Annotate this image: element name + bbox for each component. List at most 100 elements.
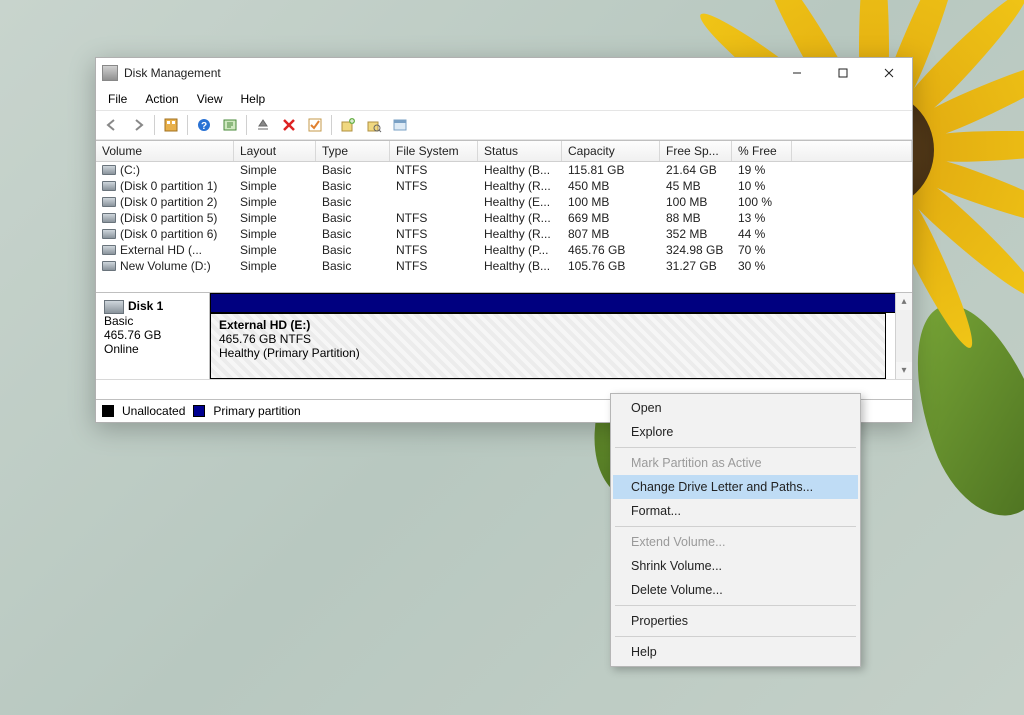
volume-cell: Healthy (B...: [478, 258, 562, 274]
volume-cell: [792, 258, 912, 274]
back-button[interactable]: [100, 114, 124, 136]
volume-cell: (C:): [96, 162, 234, 178]
partition-title: External HD (E:): [219, 318, 310, 332]
volume-icon: [102, 181, 116, 191]
col-volume[interactable]: Volume: [96, 141, 234, 161]
volume-cell: 31.27 GB: [660, 258, 732, 274]
check-icon[interactable]: [303, 114, 327, 136]
context-menu-item[interactable]: Open: [613, 396, 858, 420]
volume-cell: 807 MB: [562, 226, 660, 242]
context-menu-separator: [615, 636, 856, 637]
svg-text:?: ?: [201, 121, 207, 132]
toolbar: ?: [96, 110, 912, 140]
volume-cell: NTFS: [390, 178, 478, 194]
volume-cell: Healthy (R...: [478, 226, 562, 242]
scroll-down-icon[interactable]: ▾: [896, 362, 912, 379]
volume-list: Volume Layout Type File System Status Ca…: [96, 140, 912, 274]
legend-unallocated: Unallocated: [122, 404, 185, 418]
minimize-button[interactable]: [774, 58, 820, 88]
volume-cell: 19 %: [732, 162, 792, 178]
volume-cell: 105.76 GB: [562, 258, 660, 274]
volume-cell: Simple: [234, 258, 316, 274]
swatch-primary: [193, 405, 205, 417]
context-menu-item: Mark Partition as Active: [613, 451, 858, 475]
volume-row[interactable]: New Volume (D:)SimpleBasicNTFSHealthy (B…: [96, 258, 912, 274]
volume-cell: [792, 162, 912, 178]
volume-row[interactable]: (Disk 0 partition 6)SimpleBasicNTFSHealt…: [96, 226, 912, 242]
menu-help[interactable]: Help: [233, 90, 274, 108]
volume-cell: Basic: [316, 194, 390, 210]
context-menu-item[interactable]: Change Drive Letter and Paths...: [613, 475, 858, 499]
eject-icon[interactable]: [251, 114, 275, 136]
window-title: Disk Management: [124, 66, 774, 80]
forward-button[interactable]: [126, 114, 150, 136]
volume-cell: [792, 194, 912, 210]
volume-icon: [102, 165, 116, 175]
vertical-scrollbar[interactable]: ▴ ▾: [895, 293, 912, 379]
volume-cell: Healthy (R...: [478, 210, 562, 226]
col-capacity[interactable]: Capacity: [562, 141, 660, 161]
volume-row[interactable]: (C:)SimpleBasicNTFSHealthy (B...115.81 G…: [96, 162, 912, 178]
menu-action[interactable]: Action: [137, 90, 186, 108]
volume-cell: 100 MB: [660, 194, 732, 210]
context-menu-item[interactable]: Properties: [613, 609, 858, 633]
settings-icon[interactable]: [159, 114, 183, 136]
volume-row[interactable]: External HD (...SimpleBasicNTFSHealthy (…: [96, 242, 912, 258]
volume-cell: NTFS: [390, 210, 478, 226]
col-pctfree[interactable]: % Free: [732, 141, 792, 161]
volume-cell: 669 MB: [562, 210, 660, 226]
new-icon[interactable]: [336, 114, 360, 136]
volume-cell: 115.81 GB: [562, 162, 660, 178]
context-menu-separator: [615, 526, 856, 527]
context-menu-item[interactable]: Shrink Volume...: [613, 554, 858, 578]
volume-cell: Simple: [234, 210, 316, 226]
swatch-unallocated: [102, 405, 114, 417]
scroll-up-icon[interactable]: ▴: [896, 293, 912, 310]
disk-management-window: Disk Management File Action View Help ?: [95, 57, 913, 423]
titlebar[interactable]: Disk Management: [96, 58, 912, 88]
menu-view[interactable]: View: [189, 90, 231, 108]
col-type[interactable]: Type: [316, 141, 390, 161]
volume-cell: 21.64 GB: [660, 162, 732, 178]
disk-info[interactable]: Disk 1 Basic 465.76 GB Online: [96, 293, 210, 379]
volume-icon: [102, 197, 116, 207]
volume-cell: Healthy (B...: [478, 162, 562, 178]
search-icon[interactable]: [362, 114, 386, 136]
context-menu-separator: [615, 605, 856, 606]
volume-cell: Healthy (R...: [478, 178, 562, 194]
partition-box[interactable]: External HD (E:) 465.76 GB NTFS Healthy …: [210, 313, 886, 379]
volume-row[interactable]: (Disk 0 partition 5)SimpleBasicNTFSHealt…: [96, 210, 912, 226]
context-menu-item[interactable]: Delete Volume...: [613, 578, 858, 602]
volume-row[interactable]: (Disk 0 partition 2)SimpleBasicHealthy (…: [96, 194, 912, 210]
refresh-icon[interactable]: [218, 114, 242, 136]
partition-header-bar: [210, 293, 912, 313]
delete-icon[interactable]: [277, 114, 301, 136]
volume-cell: Basic: [316, 178, 390, 194]
maximize-button[interactable]: [820, 58, 866, 88]
volume-cell: NTFS: [390, 226, 478, 242]
col-filesystem[interactable]: File System: [390, 141, 478, 161]
volume-cell: 30 %: [732, 258, 792, 274]
volume-row[interactable]: (Disk 0 partition 1)SimpleBasicNTFSHealt…: [96, 178, 912, 194]
context-menu-item[interactable]: Explore: [613, 420, 858, 444]
volume-icon: [102, 213, 116, 223]
col-status[interactable]: Status: [478, 141, 562, 161]
col-layout[interactable]: Layout: [234, 141, 316, 161]
context-menu-item[interactable]: Format...: [613, 499, 858, 523]
volume-cell: Basic: [316, 210, 390, 226]
volume-cell: Simple: [234, 162, 316, 178]
volume-cell: NTFS: [390, 162, 478, 178]
menubar: File Action View Help: [96, 88, 912, 110]
menu-file[interactable]: File: [100, 90, 135, 108]
volume-icon: [102, 261, 116, 271]
volume-icon: [102, 245, 116, 255]
volume-cell: 324.98 GB: [660, 242, 732, 258]
volume-cell: Simple: [234, 226, 316, 242]
volume-cell: Simple: [234, 242, 316, 258]
context-menu-item[interactable]: Help: [613, 640, 858, 664]
properties-icon[interactable]: [388, 114, 412, 136]
col-free[interactable]: Free Sp...: [660, 141, 732, 161]
help-icon[interactable]: ?: [192, 114, 216, 136]
close-button[interactable]: [866, 58, 912, 88]
volume-cell: Basic: [316, 162, 390, 178]
